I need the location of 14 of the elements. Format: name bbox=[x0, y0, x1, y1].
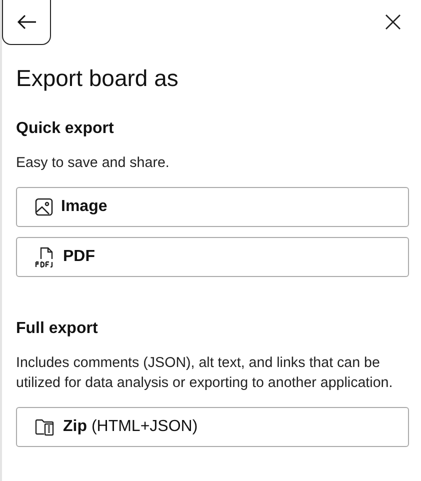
pdf-export-button[interactable]: PDF bbox=[16, 237, 409, 277]
section-heading: Quick export bbox=[16, 119, 115, 139]
section-description: Easy to save and share. bbox=[16, 154, 170, 173]
section-heading: Full export bbox=[16, 319, 99, 339]
folder-icon bbox=[35, 418, 55, 436]
section-description: Includes comments (JSON), alt text, and links that can be utilized for data analysis or exporting to another application. bbox=[16, 354, 394, 393]
back-arrow-icon bbox=[16, 14, 36, 30]
image-icon bbox=[35, 198, 53, 216]
document-icon bbox=[35, 246, 55, 268]
image-export-button[interactable]: Image bbox=[16, 187, 409, 227]
back-button[interactable] bbox=[2, 0, 51, 45]
zip-export-button[interactable]: Zip (HTML+JSON) bbox=[16, 407, 409, 447]
close-icon bbox=[385, 14, 401, 30]
panel-title: Export board as bbox=[16, 64, 180, 93]
